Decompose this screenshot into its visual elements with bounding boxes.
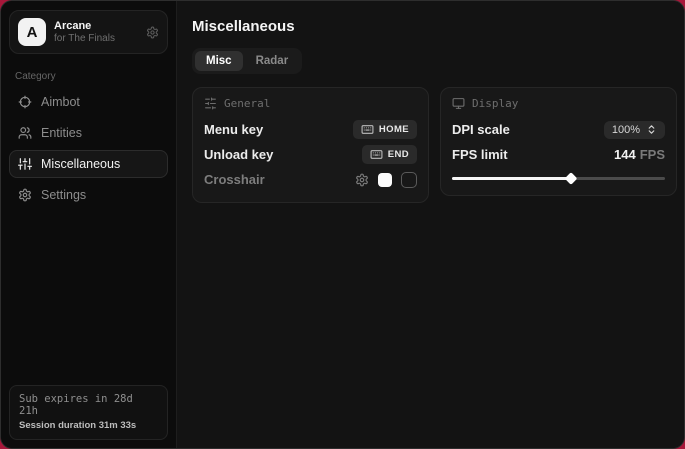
page-title: Miscellaneous [192,18,677,35]
subscription-card: Sub expires in 28d 21h Session duration … [9,385,168,440]
category-label: Category [15,71,162,82]
card-title: General [224,97,270,110]
session-duration-text: Session duration 31m 33s [19,420,158,431]
dpi-scale-select[interactable]: 100% [604,121,665,139]
tab-bar: Misc Radar [192,48,302,74]
crosshair-color-swatch[interactable] [378,173,392,187]
sub-expires-text: Sub expires in 28d 21h [19,393,158,417]
sidebar-item-settings[interactable]: Settings [9,181,168,209]
fps-slider-thumb[interactable] [565,172,578,185]
display-card: Display DPI scale 100% FPS limit 144FPS [440,87,677,196]
crosshair-row: Crosshair [204,168,417,191]
sidebar-item-label: Settings [41,188,86,202]
crosshair-settings-gear-icon[interactable] [355,173,369,187]
sidebar-item-entities[interactable]: Entities [9,119,168,147]
sidebar-item-aimbot[interactable]: Aimbot [9,88,168,116]
sliders-horizontal-icon [204,97,217,110]
sidebar: A Arcane for The Finals Category Aimbot [1,1,177,448]
crosshair-icon [18,95,32,109]
app-window: A Arcane for The Finals Category Aimbot [0,0,685,449]
dpi-scale-value: 100% [612,124,640,136]
menu-key-value: HOME [379,124,409,135]
sidebar-item-label: Miscellaneous [41,157,120,171]
menu-key-row: Menu key HOME [204,118,417,141]
unload-key-bind-button[interactable]: END [362,145,417,164]
fps-limit-slider[interactable] [452,172,665,184]
gear-icon[interactable] [146,26,159,39]
dpi-scale-row: DPI scale 100% [452,118,665,141]
app-logo: A [18,18,46,46]
sidebar-item-label: Entities [41,126,82,140]
chevrons-up-down-icon [646,124,657,135]
app-name: Arcane [54,20,115,32]
users-icon [18,126,32,140]
card-title: Display [472,97,518,110]
tab-radar[interactable]: Radar [245,51,300,71]
fps-slider-fill [452,177,571,180]
menu-key-bind-button[interactable]: HOME [353,120,417,139]
sidebar-nav: Aimbot Entities Miscellaneous Settings [9,88,168,209]
keyboard-icon [361,123,374,136]
sidebar-item-label: Aimbot [41,95,80,109]
sliders-icon [18,157,32,171]
fps-limit-label: FPS limit [452,147,508,162]
fps-limit-row: FPS limit 144FPS [452,143,665,166]
app-subtitle: for The Finals [54,33,115,44]
keyboard-icon [370,148,383,161]
unload-key-row: Unload key END [204,143,417,166]
general-card: General Menu key HOME Unload key [192,87,429,203]
monitor-icon [452,97,465,110]
fps-limit-value: 144FPS [614,147,665,162]
tab-misc[interactable]: Misc [195,51,243,71]
sidebar-item-miscellaneous[interactable]: Miscellaneous [9,150,168,178]
crosshair-label: Crosshair [204,172,265,187]
unload-key-value: END [388,149,409,160]
dpi-scale-label: DPI scale [452,122,510,137]
profile-card: A Arcane for The Finals [9,10,168,54]
main-content: Miscellaneous Misc Radar General Menu ke… [177,1,685,448]
gear-icon [18,188,32,202]
crosshair-checkbox[interactable] [401,172,417,188]
unload-key-label: Unload key [204,147,273,162]
menu-key-label: Menu key [204,122,263,137]
